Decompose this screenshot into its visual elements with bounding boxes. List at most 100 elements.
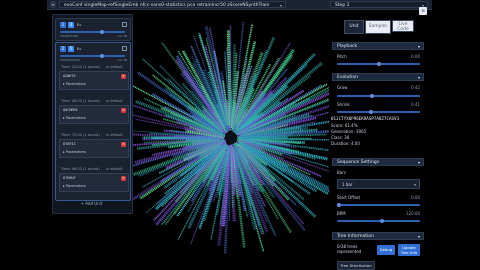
item-name: 8T6F4Z: [63, 142, 76, 146]
pitch-label: Pitch: [337, 54, 347, 59]
unit-type-label: Ev: [77, 23, 82, 27]
unit-volume-value: ~10 dB: [115, 58, 127, 62]
add-unit-button[interactable]: + Add Unit: [52, 201, 131, 206]
pitch-value: 0.00: [411, 54, 420, 59]
parameters-toggle[interactable]: ▸ Parameters: [63, 82, 86, 86]
tree-distribution-tab[interactable]: Tree Distribution: [337, 261, 375, 270]
chevron-down-icon: ▾: [413, 182, 416, 187]
unit-track-label: TRAJECTORY: [60, 34, 79, 38]
evolution-section-header[interactable]: Evolution ▾: [332, 73, 424, 81]
list-item[interactable]: Q0CHRRE × ▸ Parameters: [59, 105, 129, 124]
tab-unit[interactable]: Unit: [344, 20, 364, 34]
remove-item-button[interactable]: ×: [121, 175, 126, 181]
remove-item-button[interactable]: ×: [121, 73, 126, 79]
parameters-toggle[interactable]: ▸ Parameters: [63, 116, 86, 120]
item-time: Time: 24.00: [61, 65, 82, 69]
tree-info-title: Tree Information: [337, 234, 374, 239]
start-offset-slider[interactable]: [337, 202, 420, 207]
remove-item-button[interactable]: ×: [121, 107, 126, 113]
bars-select[interactable]: 1 bar ▾: [337, 179, 420, 189]
debug-button[interactable]: Debug: [377, 245, 395, 255]
playback-section-header[interactable]: Playback ▾: [332, 42, 424, 50]
grow-label: Grow: [337, 85, 348, 90]
unit-volume-value: ~10 dB: [115, 34, 127, 38]
update-tree-info-button[interactable]: Update Tree Info: [398, 244, 420, 256]
trees-represented: 0/38 trees represented: [337, 244, 362, 254]
item-default-label: in default: [106, 167, 123, 171]
playback-title: Playback: [337, 44, 358, 49]
mute-icon[interactable]: [122, 46, 127, 51]
evolution-tree-visualization[interactable]: [133, 10, 329, 270]
tree-info-header[interactable]: Tree Information ▾: [332, 232, 424, 240]
parameters-toggle[interactable]: ▸ Parameters: [63, 184, 86, 188]
pipeline-select-value: evoConf singleMap-refSingleEmb nfcc-sans…: [64, 3, 270, 8]
tab-sampler[interactable]: Sampler: [365, 20, 391, 34]
sequence-settings-title: Sequence Settings: [337, 160, 380, 165]
parameters-toggle[interactable]: ▸ Parameters: [63, 150, 86, 154]
chevron-down-icon: ▾: [417, 75, 420, 80]
grow-slider[interactable]: [337, 93, 420, 98]
unit-track-label: SEQUENCING: [60, 58, 81, 62]
unit-volume-slider[interactable]: [60, 53, 125, 58]
unit-card-1[interactable]: 1 3 Ev TRAJECTORY ~10 dB: [55, 18, 131, 41]
start-offset-label: Start Offset: [337, 195, 361, 200]
bpm-slider[interactable]: [337, 218, 420, 223]
parameters-label: Parameters: [65, 82, 86, 86]
chevron-down-icon: ▾: [279, 3, 282, 8]
list-item[interactable]: 8T6F4Z × ▸ Parameters: [59, 139, 129, 158]
bars-select-value: 1 bar: [342, 182, 353, 187]
pipeline-select[interactable]: evoConf singleMap-refSingleEmb nfcc-sans…: [59, 1, 286, 8]
unit-type-label: Ev: [77, 47, 82, 51]
item-default-label: in default: [106, 99, 123, 103]
genome-generation: Generation: 3905: [331, 129, 367, 134]
tab-live-code[interactable]: Live Code: [392, 20, 414, 32]
chevron-down-icon: ▾: [417, 44, 420, 49]
item-default-label: in default: [106, 133, 123, 137]
chevron-down-icon: ▾: [417, 160, 420, 165]
units-panel: 1 3 Ev TRAJECTORY ~10 dB 2 5 Ev SEQUENCI…: [52, 14, 133, 214]
start-offset-value: 0.00: [411, 195, 420, 200]
step-select[interactable]: Step 1 ▾: [330, 1, 428, 8]
item-time: Time: 72.00: [61, 133, 82, 137]
evolution-title: Evolution: [337, 75, 358, 80]
unit-number[interactable]: 2: [60, 46, 66, 52]
step-select-value: Step 1: [335, 3, 350, 8]
list-item[interactable]: Q2WK7E × ▸ Parameters: [59, 71, 129, 90]
parameters-label: Parameters: [65, 184, 86, 188]
list-item[interactable]: 8TH6UF × ▸ Parameters: [59, 173, 129, 192]
close-panel-icon[interactable]: ⊞: [419, 7, 427, 15]
chevron-down-icon: ▾: [417, 234, 420, 239]
top-bar: ≡ evoConf singleMap-refSingleEmb nfcc-sa…: [47, 0, 432, 10]
remove-item-button[interactable]: ×: [121, 141, 126, 147]
unit-index[interactable]: 5: [68, 46, 74, 52]
genome-id: 01JCTYX0P96EKRASP7A8Z7CASV3: [331, 116, 400, 121]
item-status: (1 sound): [83, 167, 100, 171]
item-status: (1 sound): [83, 99, 100, 103]
item-status: (1 sound): [83, 133, 100, 137]
item-time: Time: 48.00: [61, 99, 82, 103]
genome-score: Score: 61.4%: [331, 123, 358, 128]
item-default-label: in default: [106, 65, 123, 69]
tree-branch: [229, 25, 232, 123]
parameters-label: Parameters: [65, 150, 86, 154]
menu-icon[interactable]: ≡: [50, 1, 56, 8]
item-status: (1 sound): [83, 65, 100, 69]
unit-volume-slider[interactable]: [60, 29, 125, 34]
bars-label: Bars: [337, 170, 346, 175]
genome-class: Class: 38: [331, 135, 350, 140]
settings-panel: Unit Sampler Live Code ⊞ Playback ▾ Pitch…: [331, 7, 427, 270]
pitch-slider[interactable]: [337, 61, 420, 66]
bpm-label: BPM: [337, 211, 346, 216]
parameters-label: Parameters: [65, 116, 86, 120]
shrink-slider[interactable]: [337, 109, 420, 114]
sequence-settings-header[interactable]: Sequence Settings ▾: [332, 158, 424, 166]
item-time: Time: 96.00: [61, 167, 82, 171]
unit-index[interactable]: 3: [68, 22, 74, 28]
item-name: 8TH6UF: [63, 176, 76, 180]
mute-icon[interactable]: [122, 22, 127, 27]
bpm-value: 120.00: [406, 211, 420, 216]
item-name: Q2WK7E: [63, 74, 76, 78]
item-name: Q0CHRRE: [63, 108, 78, 112]
unit-number[interactable]: 1: [60, 22, 66, 28]
unit-card-2[interactable]: 2 5 Ev SEQUENCING ~10 dB Time: 24.00 (1 …: [55, 42, 131, 201]
